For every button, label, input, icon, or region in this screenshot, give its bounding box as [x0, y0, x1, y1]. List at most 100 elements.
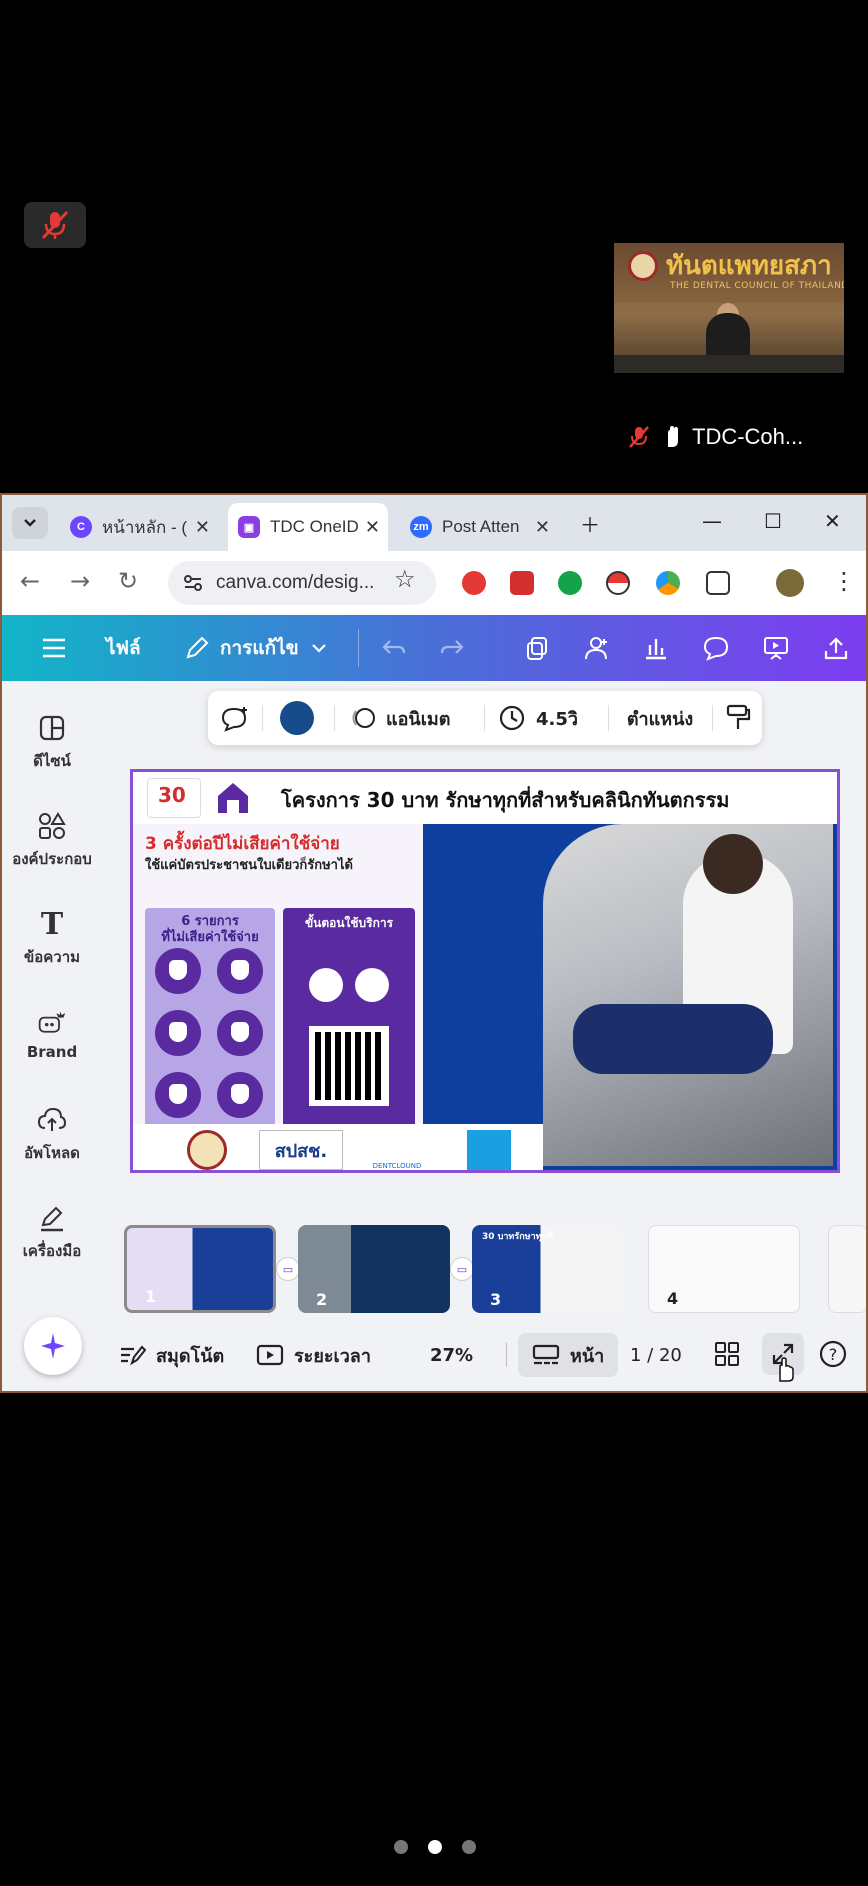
council-seal — [628, 251, 658, 281]
hand-cursor-icon — [779, 1357, 794, 1382]
profile-avatar[interactable] — [776, 569, 804, 597]
participant-video[interactable]: ทันตแพทยสภา THE DENTAL COUNCIL OF THAILA… — [614, 243, 844, 373]
browser-menu-icon[interactable]: ⋮ — [832, 567, 856, 595]
bookmark-star-icon[interactable]: ☆ — [394, 565, 416, 593]
comment-icon[interactable] — [702, 635, 730, 661]
present-icon[interactable] — [762, 635, 790, 661]
sidebar-item-tools[interactable]: เครื่องมือ — [2, 1203, 102, 1263]
upload-icon — [37, 1105, 67, 1135]
transition-button[interactable]: ▭ — [450, 1257, 474, 1281]
steps-box: ขั้นตอนใช้บริการ — [283, 908, 415, 1146]
design-icon — [37, 713, 67, 743]
undo-icon[interactable] — [380, 635, 408, 661]
extension-pokeball-icon[interactable] — [606, 571, 630, 595]
extensions-puzzle-icon[interactable] — [706, 571, 730, 595]
sidebar-item-brand[interactable]: Brand — [2, 1007, 102, 1061]
timeline-button[interactable]: ระยะเวลา — [256, 1335, 371, 1375]
page-thumbnail-3[interactable]: 30 บาทรักษาทุกที่ 3 — [472, 1225, 624, 1313]
tab-tdc-oneid[interactable]: ▣ TDC OneID ✕ — [228, 503, 388, 551]
sidebar-item-design[interactable]: ดีไซน์ — [2, 713, 102, 773]
comment-add-icon[interactable] — [220, 705, 250, 733]
tooth-icon — [217, 1010, 263, 1056]
tab-label: TDC OneID — [270, 517, 359, 536]
svg-text:?: ? — [829, 1345, 838, 1364]
sidebar-item-label: Brand — [26, 1043, 78, 1061]
mute-button[interactable] — [24, 202, 86, 248]
toolbar-divider — [484, 705, 485, 731]
notes-button[interactable]: สมุดโน้ต — [118, 1335, 224, 1375]
nhso-logo: สปสช. — [259, 1130, 343, 1170]
file-menu[interactable]: ไฟล์ — [106, 615, 141, 681]
chevron-down-icon — [311, 644, 326, 653]
sidebar-item-label: ดีไซน์ — [33, 752, 71, 770]
help-icon[interactable]: ? — [818, 1339, 848, 1369]
toolbar-divider — [262, 705, 263, 731]
canva-sidebar: ดีไซน์ องค์ประกอบ T ข้อความ Brand อัพโหล… — [2, 681, 102, 1391]
color-swatch[interactable] — [280, 701, 314, 735]
forward-button[interactable]: → — [70, 567, 90, 595]
sidebar-item-elements[interactable]: องค์ประกอบ — [2, 811, 102, 871]
magic-assistant-button[interactable] — [24, 1317, 82, 1375]
hand-raised-icon — [668, 426, 678, 447]
new-tab-button[interactable]: ＋ — [580, 509, 600, 538]
sidebar-item-text[interactable]: T ข้อความ — [2, 907, 102, 969]
extension-pinwheel-icon[interactable] — [656, 571, 680, 595]
minimize-button[interactable]: — — [702, 509, 722, 533]
close-window-button[interactable]: ✕ — [824, 509, 841, 533]
tooth-icon — [155, 1072, 201, 1118]
zoom-level[interactable]: 27% — [430, 1335, 473, 1375]
page-thumbnail-2[interactable]: 2 — [298, 1225, 450, 1313]
tab-post-attendance[interactable]: zm Post Atten ✕ — [400, 503, 558, 551]
extension-adblock-icon[interactable] — [462, 571, 486, 595]
reload-button[interactable]: ↻ — [118, 567, 138, 595]
extension-grammarly-icon[interactable] — [558, 571, 582, 595]
close-icon[interactable]: ✕ — [195, 517, 210, 538]
extension-video-icon[interactable] — [510, 571, 534, 595]
transition-button[interactable]: ▭ — [276, 1257, 300, 1281]
clock-icon — [499, 705, 525, 731]
back-button[interactable]: ← — [20, 567, 40, 595]
insights-chart-icon[interactable] — [642, 635, 670, 661]
close-icon[interactable]: ✕ — [535, 517, 550, 538]
slide-headline: 3 ครั้งต่อปีไม่เสียค่าใช้จ่าย — [145, 834, 340, 854]
maximize-button[interactable]: ☐ — [764, 509, 782, 533]
tools-icon — [37, 1203, 67, 1233]
grid-view-icon[interactable] — [714, 1341, 740, 1367]
position-button[interactable]: ตำแหน่ง — [610, 691, 710, 745]
resize-copy-icon[interactable] — [524, 635, 552, 661]
tab-canva-home[interactable]: C หน้าหลัก - ( ✕ — [60, 503, 218, 551]
dentist-photo — [543, 824, 833, 1166]
pencil-icon — [186, 636, 209, 659]
slide-canvas[interactable]: 30 โครงการ 30 บาท รักษาทุกที่สำหรับคลินิ… — [130, 769, 840, 1173]
edit-menu[interactable]: การแก้ไข — [184, 615, 327, 681]
carousel-page-indicator — [394, 1840, 476, 1854]
microphone-muted-icon — [41, 210, 69, 240]
redo-icon[interactable] — [438, 635, 466, 661]
timeline-label: ระยะเวลา — [294, 1345, 371, 1367]
page-thumbnail-4[interactable]: 4 — [648, 1225, 800, 1313]
duration-button[interactable]: 4.5วิ — [498, 691, 578, 745]
tooth-icon — [217, 1072, 263, 1118]
close-icon[interactable]: ✕ — [365, 517, 380, 538]
video-banner-title: ทันตแพทยสภา — [666, 251, 832, 281]
page-thumbnail-5[interactable] — [828, 1225, 866, 1313]
paint-roller-icon[interactable] — [724, 703, 752, 733]
share-people-icon[interactable] — [582, 635, 610, 661]
dentcloud-logo: DENTCLOUND — [372, 1162, 422, 1170]
animate-label: แอนิเมต — [386, 708, 451, 730]
slide-logo-30-text: 30 — [158, 783, 186, 807]
site-settings-icon — [184, 575, 202, 591]
hamburger-menu-icon[interactable] — [40, 635, 68, 661]
sidebar-item-upload[interactable]: อัพโหลด — [2, 1105, 102, 1165]
tab-search-button[interactable] — [12, 507, 48, 539]
dental-council-logo — [187, 1130, 227, 1170]
page-thumbnail-1[interactable]: 1 — [124, 1225, 276, 1313]
slide-left-panel: 3 ครั้งต่อปีไม่เสียค่าใช้จ่าย ใช้แค่บัตร… — [133, 824, 423, 1146]
qr-code — [309, 1026, 389, 1106]
page-view-button[interactable]: หน้า — [518, 1333, 619, 1377]
indicator-dot — [394, 1840, 408, 1854]
header-divider — [358, 629, 359, 667]
sidebar-item-label: องค์ประกอบ — [12, 850, 92, 868]
share-upload-icon[interactable] — [822, 635, 850, 661]
animate-button[interactable]: แอนิเมต — [348, 691, 450, 745]
